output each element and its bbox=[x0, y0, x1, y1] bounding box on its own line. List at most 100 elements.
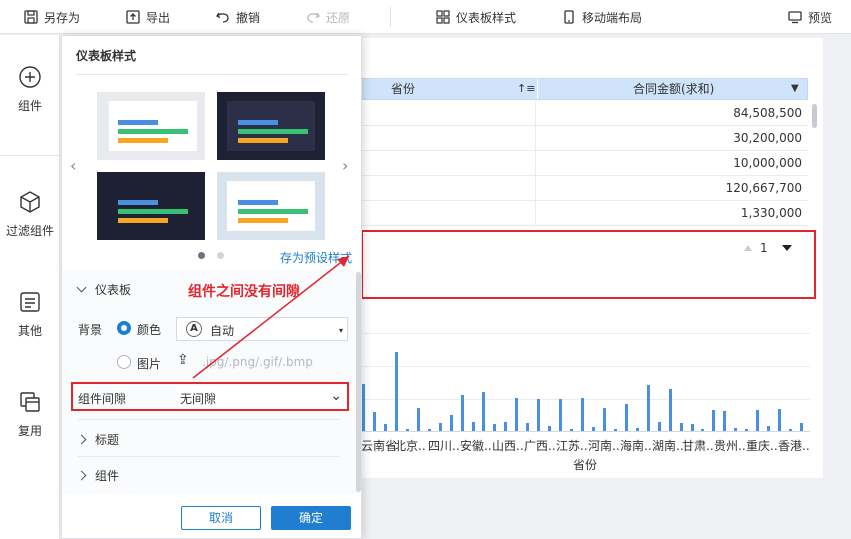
x-tick-label: 山西.. bbox=[492, 439, 524, 453]
carousel-dot[interactable] bbox=[217, 252, 224, 259]
highlight-box-spacing bbox=[71, 382, 349, 411]
section-component-header[interactable]: 组件 bbox=[76, 467, 120, 484]
column-header-province[interactable]: 省份 bbox=[391, 79, 415, 99]
cancel-button[interactable]: 取消 bbox=[181, 506, 261, 530]
background-image-radio[interactable] bbox=[117, 355, 131, 369]
chart-gridline bbox=[362, 333, 810, 334]
section-dashboard-label: 仪表板 bbox=[95, 283, 132, 297]
chart-bar bbox=[570, 429, 574, 431]
x-tick-label: 广西.. bbox=[524, 439, 556, 453]
image-option-label: 图片 bbox=[137, 357, 162, 371]
chart-bar bbox=[679, 422, 683, 431]
sidebar-item-reuse[interactable]: 复用 bbox=[0, 390, 60, 439]
save-as-button[interactable]: 另存为 bbox=[24, 8, 80, 26]
column-header-amount[interactable]: 合同金额(求和) bbox=[633, 79, 714, 99]
undo-button[interactable]: 撤销 bbox=[216, 8, 260, 26]
table-row: 10,000,000 bbox=[362, 151, 808, 176]
mobile-layout-button[interactable]: 移动端布局 bbox=[562, 8, 642, 26]
section-dashboard-header[interactable]: 仪表板 bbox=[76, 281, 132, 298]
sidebar-label-components: 组件 bbox=[17, 99, 42, 113]
chart-gridline bbox=[362, 366, 810, 367]
chart-bar bbox=[591, 426, 595, 431]
sidebar-label-other: 其他 bbox=[17, 324, 42, 338]
chart-bar bbox=[449, 414, 453, 431]
redo-label: 还原 bbox=[326, 10, 351, 25]
auto-color-select[interactable]: A 自动 ▾ bbox=[176, 317, 348, 341]
chart-bar bbox=[734, 427, 738, 431]
chart-bar bbox=[646, 385, 650, 431]
theme-option-dark[interactable] bbox=[97, 172, 205, 240]
section-divider bbox=[78, 419, 340, 420]
x-axis-title: 省份 bbox=[573, 458, 598, 472]
cube-icon bbox=[20, 191, 40, 213]
preview-button[interactable]: 预览 bbox=[788, 8, 832, 26]
table-cell-province bbox=[362, 201, 536, 225]
auto-a-icon: A bbox=[186, 321, 202, 337]
chart-bar bbox=[362, 384, 365, 431]
chart-baseline bbox=[362, 431, 810, 432]
dialog-scrollbar[interactable] bbox=[356, 272, 361, 492]
theme-option-light-blue[interactable] bbox=[217, 172, 325, 240]
sidebar-item-components[interactable]: 组件 bbox=[0, 65, 60, 114]
highlight-box-gap bbox=[361, 230, 816, 299]
section-component-label: 组件 bbox=[95, 469, 120, 483]
x-tick-label: 海南.. bbox=[620, 439, 652, 453]
sidebar-item-other[interactable]: 其他 bbox=[0, 290, 60, 339]
table-row: 120,667,700 bbox=[362, 176, 808, 201]
table-cell-province bbox=[362, 101, 536, 125]
select-corner-icon: ▾ bbox=[338, 326, 343, 335]
background-color-radio[interactable] bbox=[117, 321, 131, 335]
background-label: 背景 bbox=[78, 323, 103, 337]
sort-icon[interactable]: ↑≡ bbox=[517, 79, 535, 99]
redo-button[interactable]: 还原 bbox=[306, 8, 350, 26]
grid-icon bbox=[436, 10, 450, 24]
table-scrollbar[interactable] bbox=[812, 104, 817, 128]
undo-icon bbox=[216, 12, 229, 23]
x-tick-label: 江苏.. bbox=[556, 439, 588, 453]
carousel-next-icon[interactable]: › bbox=[342, 156, 348, 175]
section-title-header[interactable]: 标题 bbox=[76, 431, 119, 448]
chart-bar bbox=[789, 429, 793, 431]
sidebar-label-reuse: 复用 bbox=[17, 424, 42, 438]
mobile-icon bbox=[564, 10, 574, 24]
chevron-down-icon bbox=[76, 282, 87, 293]
chart-bar bbox=[745, 429, 749, 431]
confirm-button[interactable]: 确定 bbox=[271, 506, 351, 530]
chart-bar bbox=[372, 412, 376, 431]
upload-icon[interactable]: ⇪ bbox=[177, 352, 189, 368]
dialog-title: 仪表板样式 bbox=[76, 49, 137, 63]
chart-bar bbox=[690, 424, 694, 431]
chart-bar bbox=[405, 429, 409, 431]
dashboard-style-button[interactable]: 仪表板样式 bbox=[436, 8, 516, 26]
carousel-dot-active[interactable] bbox=[198, 252, 205, 259]
chart-bar bbox=[613, 429, 617, 431]
chart-bar bbox=[778, 408, 782, 431]
x-tick-label: 香港.. bbox=[778, 439, 810, 453]
left-sidebar: 组件 过滤组件 其他 复用 bbox=[0, 35, 60, 539]
x-tick-label: 湖南.. bbox=[652, 439, 684, 453]
chevron-right-icon bbox=[76, 434, 87, 445]
text-box-icon bbox=[20, 292, 40, 312]
theme-option-dark-navy[interactable] bbox=[217, 92, 325, 160]
save-preset-link[interactable]: 存为预设样式 bbox=[280, 249, 352, 266]
x-tick-label: 河南.. bbox=[588, 439, 620, 453]
carousel-prev-icon[interactable]: ‹ bbox=[70, 156, 76, 175]
sidebar-item-filter[interactable]: 过滤组件 bbox=[0, 190, 60, 239]
chart-bar bbox=[537, 398, 541, 431]
x-tick-label: 甘肃.. bbox=[682, 439, 714, 453]
chevron-right-icon bbox=[76, 470, 87, 481]
chart-bar bbox=[438, 422, 442, 431]
plus-circle-icon bbox=[19, 66, 41, 88]
theme-option-light[interactable] bbox=[97, 92, 205, 160]
chart-bar bbox=[602, 408, 606, 431]
layers-icon bbox=[20, 392, 40, 412]
table-cell-amount: 84,508,500 bbox=[733, 106, 802, 120]
chart-bar bbox=[460, 395, 464, 431]
table-cell-province bbox=[362, 151, 536, 175]
dropdown-triangle-icon[interactable]: ▼ bbox=[791, 79, 799, 99]
table-cell-amount: 30,200,000 bbox=[733, 131, 802, 145]
chart-bar bbox=[482, 391, 486, 431]
export-button[interactable]: 导出 bbox=[126, 8, 170, 26]
dialog-title-divider bbox=[76, 74, 348, 75]
chart-bar bbox=[493, 424, 497, 431]
